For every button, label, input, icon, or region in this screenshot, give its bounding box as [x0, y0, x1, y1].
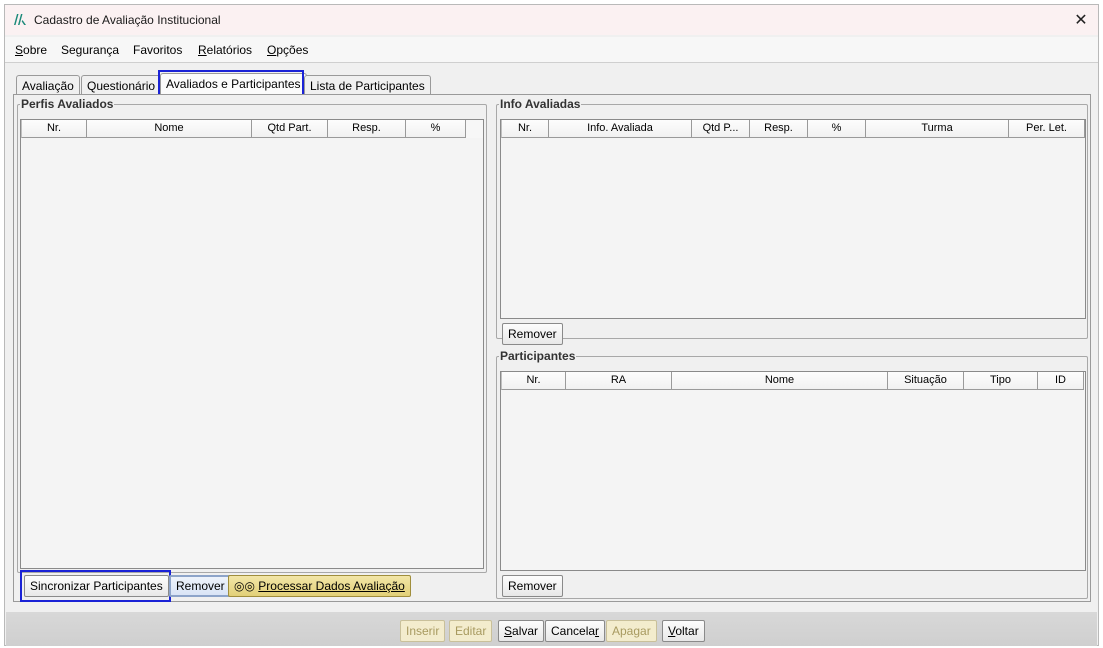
window-title: Cadastro de Avaliação Institucional: [34, 13, 221, 27]
tab-avaliacao[interactable]: Avaliação: [16, 75, 80, 95]
main-window: Cadastro de Avaliação Institucional ✕ So…: [4, 4, 1099, 646]
menu-opcoes[interactable]: Opções: [267, 43, 308, 57]
table-header: Nr. RA Nome Situação Tipo ID: [501, 372, 1085, 390]
column-header[interactable]: Nr.: [501, 372, 566, 390]
column-header[interactable]: Nome: [672, 372, 888, 390]
tab-content: Perfis Avaliados Nr. Nome Qtd Part. Resp…: [13, 94, 1091, 602]
tab-avaliados-participantes[interactable]: Avaliados e Participantes: [160, 73, 307, 95]
column-header[interactable]: Situação: [888, 372, 964, 390]
footer-toolbar: Inserir Editar Salvar Cancelar Apagar Vo…: [6, 612, 1097, 646]
column-header[interactable]: %: [406, 120, 466, 138]
editar-button[interactable]: Editar: [449, 620, 493, 642]
column-header[interactable]: Per. Let.: [1009, 120, 1085, 138]
close-icon[interactable]: ✕: [1070, 9, 1092, 31]
column-header[interactable]: Resp.: [750, 120, 808, 138]
menu-favoritos[interactable]: Favoritos: [133, 43, 182, 57]
title-bar: Cadastro de Avaliação Institucional ✕: [5, 5, 1098, 35]
perfis-avaliados-legend: Perfis Avaliados: [21, 97, 114, 111]
info-remover-button[interactable]: Remover: [502, 323, 563, 345]
column-header[interactable]: %: [808, 120, 866, 138]
table-header: Nr. Nome Qtd Part. Resp. %: [21, 120, 483, 138]
menu-relatorios[interactable]: Relatórios: [198, 43, 252, 57]
column-header[interactable]: Resp.: [328, 120, 406, 138]
column-header[interactable]: Qtd Part.: [252, 120, 328, 138]
perfis-avaliados-table[interactable]: Nr. Nome Qtd Part. Resp. %: [20, 119, 484, 569]
app-logo-icon: [14, 14, 26, 25]
column-header[interactable]: Turma: [866, 120, 1009, 138]
cancelar-button[interactable]: Cancelar: [545, 620, 606, 642]
column-header[interactable]: Nr.: [501, 120, 549, 138]
participantes-remover-button[interactable]: Remover: [502, 575, 563, 597]
salvar-button[interactable]: Salvar: [498, 620, 545, 642]
perfis-remover-button[interactable]: Remover: [169, 575, 232, 597]
column-header[interactable]: ID: [1038, 372, 1084, 390]
column-header[interactable]: Qtd P...: [692, 120, 750, 138]
menu-sobre[interactable]: Sobre: [15, 43, 47, 57]
info-avaliadas-legend: Info Avaliadas: [500, 97, 581, 111]
column-header[interactable]: Nr.: [21, 120, 87, 138]
menu-seguranca[interactable]: Segurança: [61, 43, 119, 57]
processar-label: Processar Dados Avaliação: [258, 578, 405, 593]
column-header[interactable]: Nome: [87, 120, 252, 138]
info-avaliadas-table[interactable]: Nr. Info. Avaliada Qtd P... Resp. % Turm…: [500, 119, 1086, 319]
gears-icon: ◎◎: [234, 578, 255, 593]
sincronizar-participantes-button[interactable]: Sincronizar Participantes: [24, 575, 169, 597]
column-header[interactable]: RA: [566, 372, 672, 390]
voltar-button[interactable]: Voltar: [662, 620, 705, 642]
table-header: Nr. Info. Avaliada Qtd P... Resp. % Turm…: [501, 120, 1085, 138]
participantes-legend: Participantes: [500, 349, 576, 363]
apagar-button[interactable]: Apagar: [606, 620, 657, 642]
column-header[interactable]: Tipo: [964, 372, 1038, 390]
tab-questionario[interactable]: Questionário: [81, 75, 162, 95]
tab-lista-participantes[interactable]: Lista de Participantes: [304, 75, 431, 95]
processar-dados-button[interactable]: ◎◎ Processar Dados Avaliação: [228, 575, 411, 597]
participantes-table[interactable]: Nr. RA Nome Situação Tipo ID: [500, 371, 1086, 571]
column-header[interactable]: Info. Avaliada: [549, 120, 692, 138]
inserir-button[interactable]: Inserir: [400, 620, 446, 642]
menu-bar: Sobre Segurança Favoritos Relatórios Opç…: [5, 37, 1098, 63]
